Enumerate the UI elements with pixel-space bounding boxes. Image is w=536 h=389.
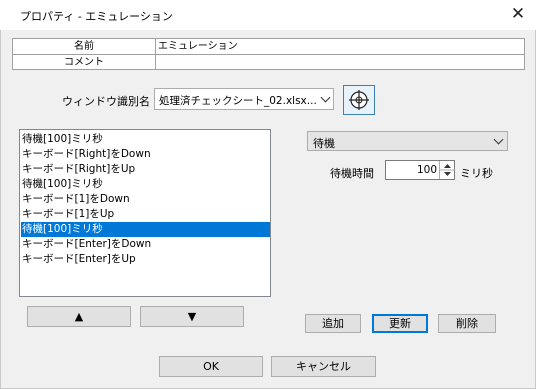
wait-time-value[interactable]: 100	[417, 164, 437, 176]
add-button[interactable]: 追加	[305, 314, 361, 333]
spin-arrows-icon[interactable]	[440, 161, 455, 179]
property-row-name: 名前 エミュレーション	[13, 39, 524, 55]
window-target-button[interactable]	[343, 85, 375, 115]
property-key: コメント	[13, 55, 156, 70]
list-item[interactable]: キーボード[Right]をDown	[21, 147, 270, 162]
window-id-label: ウィンドウ識別名	[62, 95, 150, 108]
property-key: 名前	[13, 39, 156, 54]
list-item[interactable]: キーボード[Enter]をUp	[21, 252, 270, 267]
property-value[interactable]: エミュレーション	[158, 39, 238, 54]
chevron-down-icon	[320, 92, 331, 103]
cancel-button[interactable]: キャンセル	[271, 356, 376, 377]
ok-button[interactable]: OK	[159, 356, 263, 377]
window-title: プロパティ - エミュレーション	[20, 10, 173, 23]
crosshair-target-icon	[349, 90, 369, 110]
action-type-select[interactable]: 待機	[307, 131, 508, 151]
action-type-value: 待機	[313, 137, 335, 150]
list-item[interactable]: キーボード[Enter]をDown	[21, 237, 270, 252]
list-item[interactable]: キーボード[1]をDown	[21, 192, 270, 207]
list-item[interactable]: キーボード[1]をUp	[21, 207, 270, 222]
triangle-up-icon: ▲	[74, 310, 84, 323]
wait-unit-label: ミリ秒	[460, 167, 493, 180]
list-item[interactable]: キーボード[Right]をUp	[21, 162, 270, 177]
list-item[interactable]: 待機[100]ミリ秒	[21, 132, 270, 147]
window-id-select[interactable]: 処理済チェックシート_02.xlsx...	[154, 88, 334, 110]
property-row-comment: コメント	[13, 55, 524, 70]
delete-button[interactable]: 削除	[438, 314, 496, 333]
action-listbox[interactable]: 待機[100]ミリ秒 キーボード[Right]をDown キーボード[Right…	[19, 129, 271, 297]
list-item-selected[interactable]: 待機[100]ミリ秒	[21, 222, 270, 237]
title-bar: プロパティ - エミュレーション ✕	[0, 0, 536, 30]
close-icon[interactable]: ✕	[507, 4, 529, 26]
move-down-button[interactable]: ▼	[140, 306, 244, 327]
triangle-down-icon: ▼	[187, 310, 197, 323]
window-id-value: 処理済チェックシート_02.xlsx...	[159, 95, 317, 107]
wait-time-label: 待機時間	[330, 167, 374, 180]
list-item[interactable]: 待機[100]ミリ秒	[21, 177, 270, 192]
property-table: 名前 エミュレーション コメント	[12, 38, 525, 70]
move-up-button[interactable]: ▲	[27, 306, 131, 327]
chevron-down-icon	[493, 134, 504, 145]
update-button[interactable]: 更新	[372, 314, 428, 333]
wait-time-input[interactable]: 100	[385, 160, 455, 180]
wait-time-spinner[interactable]	[439, 161, 455, 179]
